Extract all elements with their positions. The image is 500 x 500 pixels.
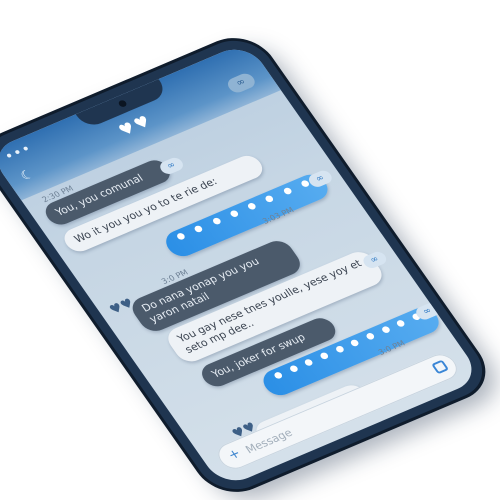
dot (318, 351, 330, 361)
dot (211, 216, 222, 226)
screenshot-stage: ☾ ♥♥ ∞ 2:30 PM You, you comunal ∞ Wo it … (0, 0, 500, 500)
status-bar-dots (6, 146, 29, 159)
dot (282, 186, 293, 196)
plus-icon[interactable]: + (225, 446, 244, 463)
dot (334, 345, 345, 354)
dot (303, 358, 315, 367)
send-icon[interactable] (431, 359, 450, 375)
signal-dot (22, 146, 29, 151)
moon-icon: ☾ (17, 166, 38, 184)
dot (349, 338, 361, 348)
dot (264, 194, 275, 203)
signal-dot (14, 149, 21, 155)
dot (288, 364, 299, 374)
dot (246, 201, 258, 211)
link-icon[interactable]: ∞ (224, 71, 258, 95)
camera-icon (116, 99, 128, 109)
dot (395, 319, 407, 328)
dot (175, 232, 187, 241)
signal-dot (6, 153, 13, 159)
dot (193, 224, 204, 234)
dot (380, 325, 391, 335)
heart-icon: ♥♥ (114, 111, 156, 140)
phone-device: ☾ ♥♥ ∞ 2:30 PM You, you comunal ∞ Wo it … (0, 30, 497, 500)
dot (364, 332, 376, 341)
dot (272, 371, 284, 380)
dot (228, 209, 240, 219)
